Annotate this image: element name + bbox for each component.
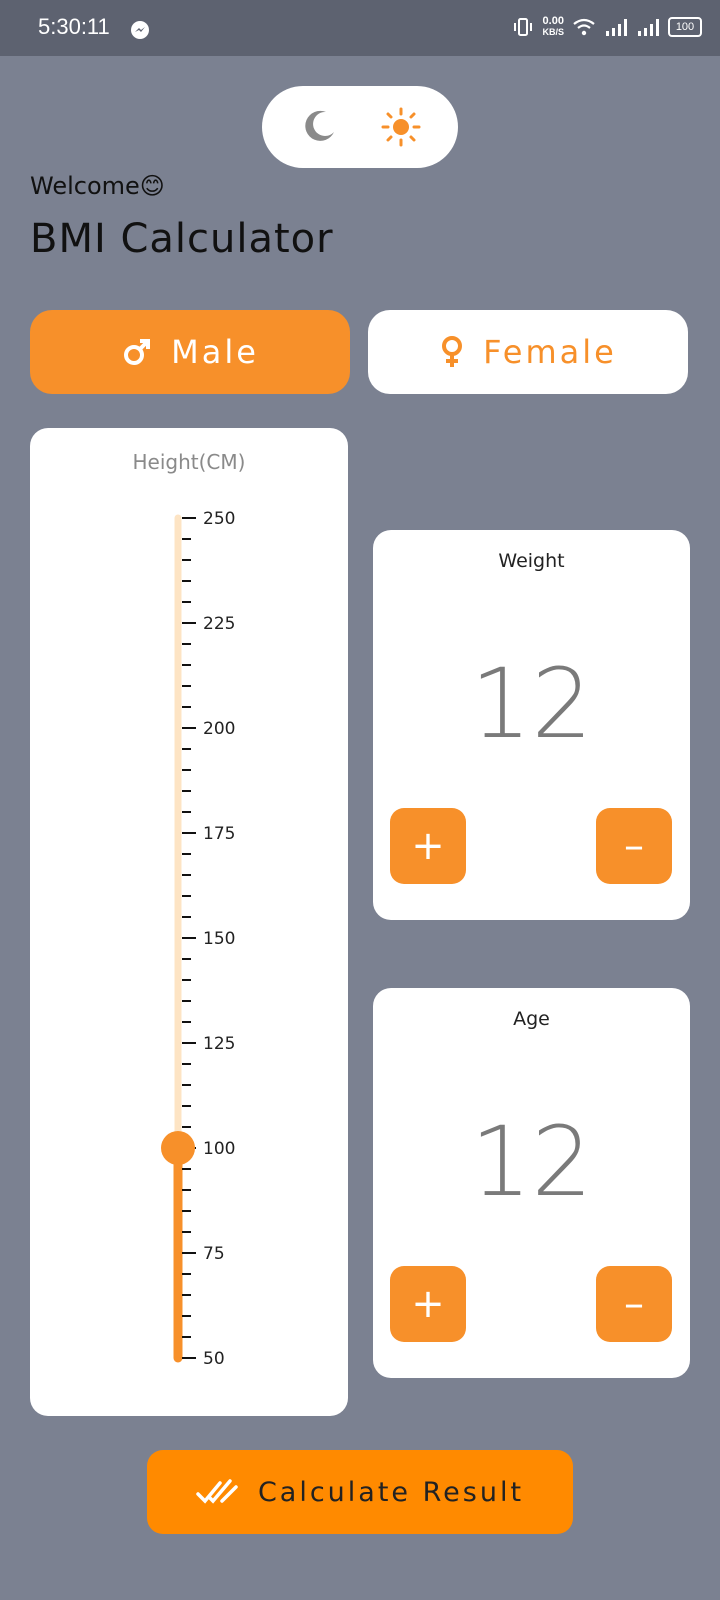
tick-label: 175 bbox=[203, 824, 235, 844]
wifi-icon bbox=[573, 18, 595, 36]
weight-card: Weight 12 + – bbox=[373, 530, 690, 920]
theme-toggle[interactable] bbox=[262, 86, 458, 168]
male-label: Male bbox=[171, 333, 259, 371]
height-card: Height(CM) 250 225 200 175 150 125 100 75 50 bbox=[30, 428, 348, 1416]
welcome-text: Welcome😊 bbox=[30, 172, 165, 200]
slider-thumb[interactable] bbox=[161, 1131, 195, 1165]
weight-plus-button[interactable]: + bbox=[390, 808, 466, 884]
male-symbol-icon bbox=[124, 339, 151, 365]
tick-label: 200 bbox=[203, 719, 235, 739]
tick-label: 75 bbox=[203, 1244, 225, 1264]
age-plus-button[interactable]: + bbox=[390, 1266, 466, 1342]
battery-icon: 100 bbox=[668, 17, 702, 37]
age-minus-button[interactable]: – bbox=[596, 1266, 672, 1342]
signal-icon bbox=[606, 19, 627, 36]
page-title: BMI Calculator bbox=[30, 216, 334, 262]
tick-label: 150 bbox=[203, 929, 235, 949]
tick-label: 100 bbox=[203, 1139, 235, 1159]
male-button[interactable]: Male bbox=[30, 310, 350, 394]
double-check-icon bbox=[196, 1479, 238, 1504]
female-symbol-icon bbox=[442, 336, 463, 367]
height-slider[interactable]: 250 225 200 175 150 125 100 75 50 bbox=[30, 428, 348, 1416]
status-icons: 0.00 KB/S 100 bbox=[512, 16, 702, 38]
moon-icon[interactable] bbox=[302, 108, 338, 144]
status-time: 5:30:11 bbox=[38, 14, 110, 39]
age-label: Age bbox=[513, 1008, 550, 1030]
signal-icon-2 bbox=[638, 19, 659, 36]
age-value: 12 bbox=[470, 1106, 593, 1218]
weight-minus-button[interactable]: – bbox=[596, 808, 672, 884]
network-speed: 0.00 KB/S bbox=[542, 15, 564, 38]
tick-label: 225 bbox=[203, 614, 235, 634]
weight-value: 12 bbox=[470, 648, 593, 760]
tick-label: 250 bbox=[203, 509, 235, 529]
status-bar: 5:30:11 0.00 KB/S 100 bbox=[0, 0, 720, 56]
female-label: Female bbox=[483, 333, 617, 371]
messenger-icon bbox=[131, 21, 149, 39]
sun-icon[interactable] bbox=[380, 106, 422, 148]
vibrate-icon bbox=[514, 18, 533, 36]
tick-label: 125 bbox=[203, 1034, 235, 1054]
calculate-label: Calculate Result bbox=[257, 1476, 525, 1508]
age-card: Age 12 + – bbox=[373, 988, 690, 1378]
weight-label: Weight bbox=[498, 550, 565, 572]
female-button[interactable]: Female bbox=[368, 310, 688, 394]
tick-label: 50 bbox=[203, 1349, 225, 1369]
calculate-button[interactable]: Calculate Result bbox=[147, 1450, 573, 1534]
